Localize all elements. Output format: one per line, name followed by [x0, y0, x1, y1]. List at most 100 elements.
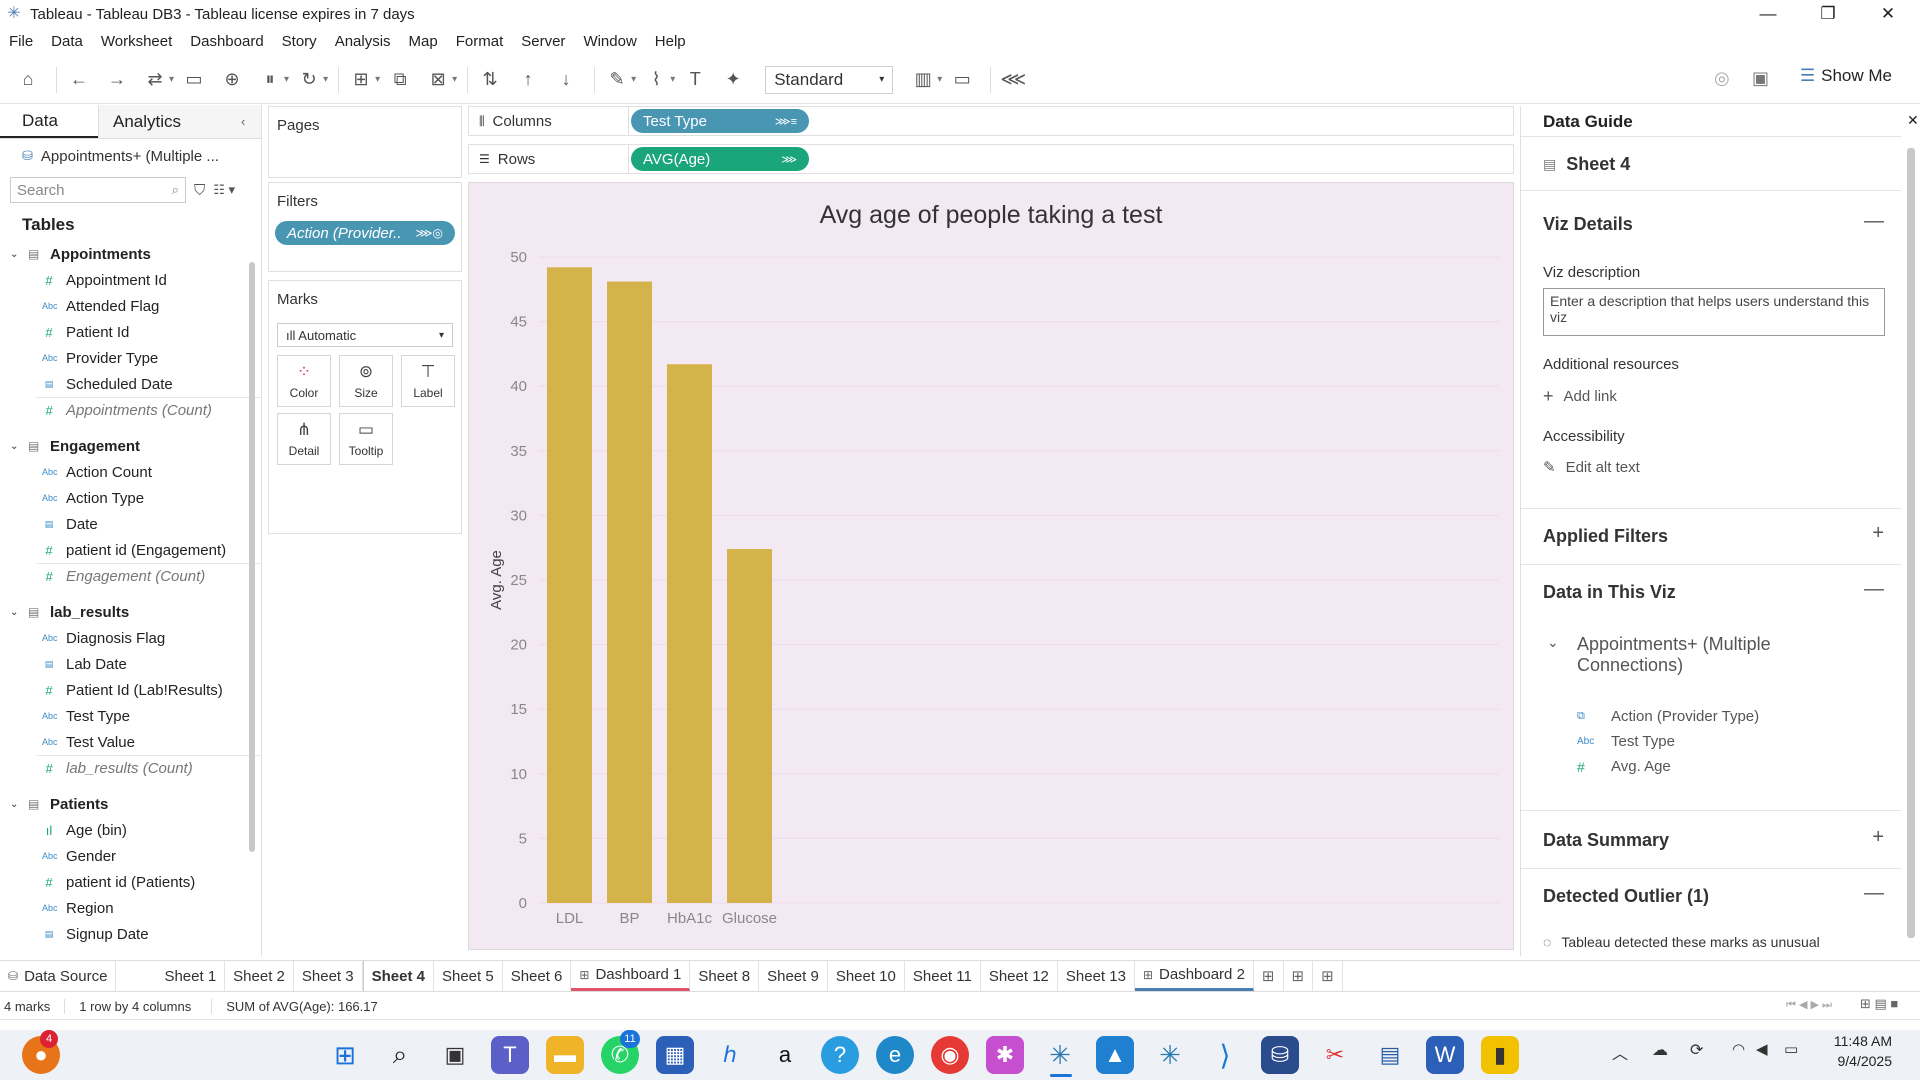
tab-sheet-8[interactable]: Sheet 8 — [690, 961, 760, 991]
menu-server[interactable]: Server — [512, 33, 574, 50]
hp-icon[interactable]: ℎ — [711, 1036, 749, 1074]
edge-icon[interactable]: e — [876, 1036, 914, 1074]
data-in-viz-heading[interactable]: Data in This Viz — [1543, 582, 1676, 603]
tab-sheet-6[interactable]: Sheet 6 — [503, 961, 572, 991]
pulse-icon[interactable]: ◎ — [1714, 68, 1730, 89]
view-mode-icon[interactable]: ⊞ ▤ ■ — [1860, 996, 1898, 1012]
collapse-icon[interactable]: — — [1864, 210, 1884, 233]
power-bi-icon[interactable]: ▮ — [1481, 1036, 1519, 1074]
new-worksheet-tab-icon[interactable]: ⊞ — [1254, 961, 1284, 991]
sync-icon[interactable]: ⟳ — [1690, 1040, 1703, 1060]
store-icon[interactable]: ▦ — [656, 1036, 694, 1074]
tab-sheet-13[interactable]: Sheet 13 — [1058, 961, 1135, 991]
collapse-icon[interactable]: ‹ — [241, 105, 261, 138]
detected-outlier-heading[interactable]: Detected Outlier (1) — [1543, 886, 1709, 907]
cloud-offline-icon[interactable]: ☁ — [1652, 1040, 1668, 1060]
file-explorer-icon[interactable]: ▬ — [546, 1036, 584, 1074]
field-item[interactable]: ▤ Signup Date — [0, 921, 261, 947]
cards-icon[interactable]: ▥ — [907, 64, 939, 96]
wifi-icon[interactable]: ◠ — [1732, 1040, 1745, 1058]
size-button[interactable]: ⊚ Size — [339, 355, 393, 407]
rows-shelf[interactable]: ☰ Rows AVG(Age) ⋙ — [468, 144, 1514, 174]
viz-details-heading[interactable]: Viz Details — [1543, 214, 1633, 235]
mark-type-select[interactable]: ıll Automatic ▾ — [277, 323, 453, 347]
label-icon[interactable]: T — [679, 64, 711, 96]
amazon-icon[interactable]: a — [766, 1036, 804, 1074]
copilot-icon[interactable]: ✱ — [986, 1036, 1024, 1074]
tableau-icon[interactable]: ✳ — [1041, 1036, 1079, 1074]
search-input[interactable]: Search ⌕ — [10, 177, 186, 203]
fit-select[interactable]: Standard ▾ — [765, 65, 894, 94]
label-button[interactable]: ⊤ Label — [401, 355, 455, 407]
tab-sheet-2[interactable]: Sheet 2 — [225, 961, 294, 991]
table-group[interactable]: ⌄ ▤ lab_results — [0, 599, 261, 625]
field-item[interactable]: # Patient Id — [0, 319, 261, 345]
menu-window[interactable]: Window — [574, 33, 645, 50]
data-summary-heading[interactable]: Data Summary — [1543, 830, 1669, 851]
battery-icon[interactable]: ▭ — [1784, 1040, 1798, 1058]
datasource-item[interactable]: ⛁ Appointments+ (Multiple ... — [0, 139, 261, 173]
teams-icon[interactable]: T — [491, 1036, 529, 1074]
edit-alt-text-button[interactable]: ✎ Edit alt text — [1543, 458, 1640, 477]
show-me-button[interactable]: ☰ Show Me — [1800, 66, 1892, 86]
field-item[interactable]: ▤ Scheduled Date — [0, 371, 261, 397]
presentation-icon[interactable]: ▭ — [946, 64, 978, 96]
field-item[interactable]: Abc Action Type — [0, 485, 261, 511]
swap-icon[interactable]: ⇅ — [474, 64, 506, 96]
field-item[interactable]: Abc Provider Type — [0, 345, 261, 371]
tab-data-source[interactable]: ⛁ Data Source — [0, 961, 117, 991]
applied-filters-heading[interactable]: Applied Filters — [1543, 526, 1668, 547]
group-icon[interactable]: ⌇ — [640, 64, 672, 96]
tab-sheet-12[interactable]: Sheet 12 — [981, 961, 1058, 991]
chevron-up-icon[interactable]: ︿ — [1612, 1040, 1628, 1064]
collapse-icon[interactable]: — — [1864, 578, 1884, 601]
color-button[interactable]: ⁘ Color — [277, 355, 331, 407]
guide-scrollbar[interactable] — [1907, 148, 1915, 938]
clear-sheet-icon[interactable]: ⊠ — [422, 64, 454, 96]
duplicate-icon[interactable]: ⧉ — [384, 64, 416, 96]
undo-icon[interactable]: ← — [63, 64, 95, 96]
field-item[interactable]: Abc Region — [0, 895, 261, 921]
table-group[interactable]: ⌄ ▤ Engagement — [0, 433, 261, 459]
field-item[interactable]: # patient id (Patients) — [0, 869, 261, 895]
data-pane-scrollbar[interactable] — [249, 262, 255, 852]
collapse-icon[interactable]: — — [1864, 882, 1884, 905]
field-item[interactable]: # patient id (Engagement) — [0, 537, 261, 563]
tab-sheet-9[interactable]: Sheet 9 — [759, 961, 828, 991]
filters-shelf[interactable]: Filters Action (Provider.. ⋙◎ — [268, 182, 462, 272]
tab-dashboard-1[interactable]: ⊞ Dashboard 1 — [571, 961, 691, 991]
sort-ascending-icon[interactable]: ↑ — [512, 64, 544, 96]
close-button[interactable]: ✕ — [1860, 0, 1916, 28]
tooltip-button[interactable]: ▭ Tooltip — [339, 413, 393, 465]
menu-story[interactable]: Story — [273, 33, 326, 50]
new-datasource-icon[interactable]: ⊕ — [216, 64, 248, 96]
tab-sheet-11[interactable]: Sheet 11 — [905, 961, 981, 991]
sheet-navigation-icon[interactable]: ⏮ ◀ ▶ ⏭ — [1786, 998, 1832, 1012]
field-item[interactable]: Abc Diagnosis Flag — [0, 625, 261, 651]
menu-format[interactable]: Format — [447, 33, 513, 50]
word-icon[interactable]: W — [1426, 1036, 1464, 1074]
vscode-icon[interactable]: ⟩ — [1206, 1036, 1244, 1074]
tab-analytics[interactable]: Analytics — [98, 105, 241, 138]
chrome-icon[interactable]: ◉ — [931, 1036, 969, 1074]
snipping-tool-icon[interactable]: ✂ — [1316, 1036, 1354, 1074]
expand-icon[interactable]: + — [1872, 522, 1884, 545]
columns-shelf[interactable]: ⫼ Columns Test Type ⋙≡ — [468, 106, 1514, 136]
add-link-button[interactable]: + Add link — [1543, 386, 1617, 407]
menu-help[interactable]: Help — [646, 33, 695, 50]
field-item[interactable]: ▤ Date — [0, 511, 261, 537]
field-item[interactable]: Abc Attended Flag — [0, 293, 261, 319]
sql-icon[interactable]: ⛁ — [1261, 1036, 1299, 1074]
clock-date[interactable]: 9/4/2025 — [1832, 1053, 1893, 1069]
expand-icon[interactable]: + — [1872, 826, 1884, 849]
task-view-icon[interactable]: ▣ — [436, 1036, 474, 1074]
replay-icon[interactable]: ⇄ — [139, 64, 171, 96]
tableau-prep-icon[interactable]: ✳ — [1151, 1036, 1189, 1074]
close-icon[interactable]: ✕ — [1907, 112, 1919, 129]
tab-sheet-10[interactable]: Sheet 10 — [828, 961, 905, 991]
chevron-down-icon[interactable]: ⌄ — [1547, 634, 1559, 651]
photos-icon[interactable]: ▲ — [1096, 1036, 1134, 1074]
new-dashboard-tab-icon[interactable]: ⊞ — [1284, 961, 1314, 991]
tab-sheet-1[interactable]: Sheet 1 — [156, 961, 226, 991]
tab-dashboard-2[interactable]: ⊞ Dashboard 2 — [1134, 961, 1254, 991]
